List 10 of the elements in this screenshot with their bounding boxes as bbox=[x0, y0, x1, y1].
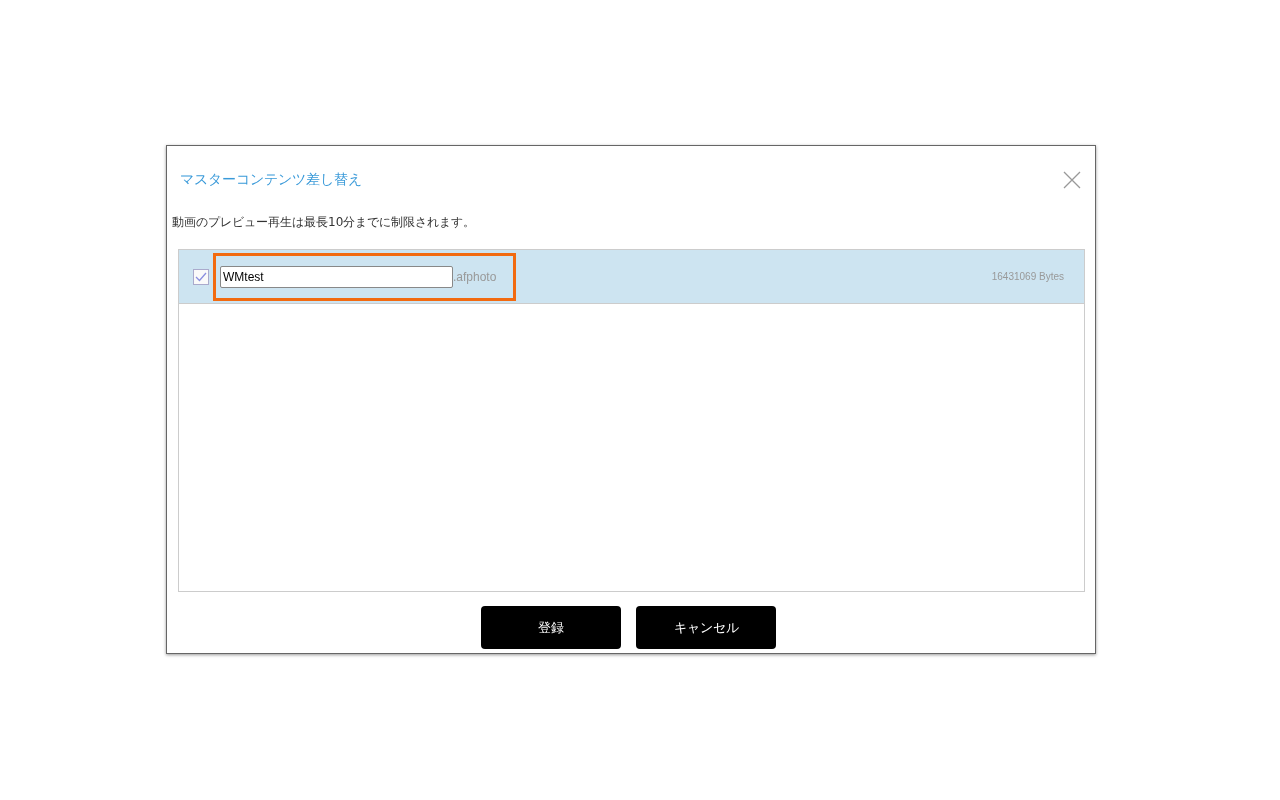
filename-field[interactable]: WMtest bbox=[220, 265, 453, 288]
dialog-title: マスターコンテンツ差し替え bbox=[180, 171, 362, 189]
file-extension: .afphoto bbox=[453, 269, 497, 284]
close-icon[interactable] bbox=[1063, 171, 1081, 189]
register-button[interactable]: 登録 bbox=[481, 606, 621, 649]
notice-text: 動画のプレビュー再生は最長10分までに制限されます。 bbox=[172, 214, 477, 231]
file-row[interactable]: WMtest .afphoto 16431069 Bytes bbox=[179, 250, 1084, 304]
checkbox[interactable] bbox=[193, 268, 209, 285]
file-size: 16431069 Bytes bbox=[991, 271, 1064, 282]
cancel-button[interactable]: キャンセル bbox=[636, 606, 776, 649]
